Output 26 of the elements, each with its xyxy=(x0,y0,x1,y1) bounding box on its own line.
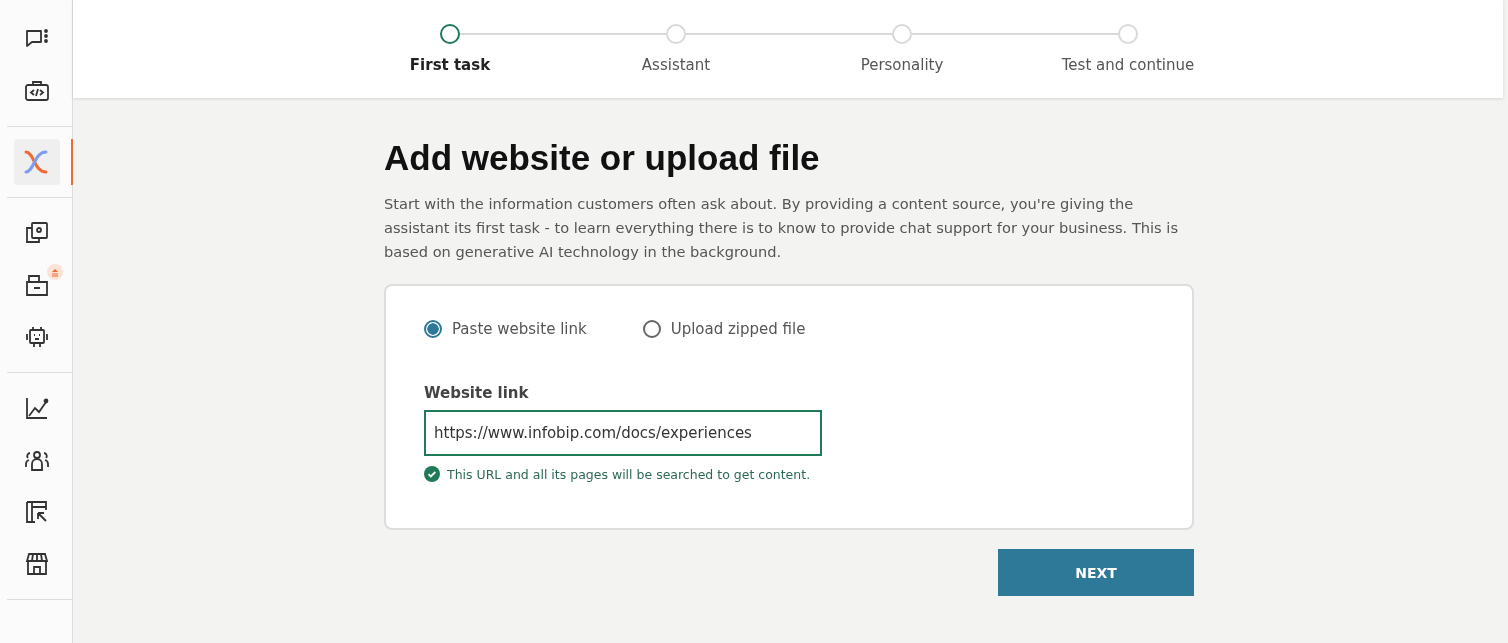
radio-button[interactable] xyxy=(642,320,661,338)
robot-icon xyxy=(24,324,50,350)
hint-text: This URL and all its pages will be searched to get content. xyxy=(447,466,811,482)
radio-label: Paste website link xyxy=(452,320,587,338)
page-heading: Add website or upload file xyxy=(384,138,821,178)
description: Start with the information customers often ask about. By providing a content source, you're giving the assistant its first task - to learn everything there is to know to provide chat support for your business. This is based on generative AI technology in the background. xyxy=(384,194,1179,262)
documents-icon xyxy=(24,220,50,246)
check-circle-icon xyxy=(424,466,440,482)
step-label: First task xyxy=(409,56,491,74)
line-chart-icon xyxy=(24,395,50,421)
radio-label: Upload zipped file xyxy=(670,320,806,338)
store-icon xyxy=(24,551,50,577)
step-label: Test and continue xyxy=(1061,56,1195,74)
layout-cursor-icon xyxy=(24,499,50,525)
step-label: Assistant xyxy=(641,56,711,74)
field-label: Website link xyxy=(424,384,530,402)
website-link-field[interactable]: https://www.infobip.com/docs/experiences xyxy=(424,410,822,456)
code-briefcase-icon xyxy=(24,78,50,104)
radio-button[interactable] xyxy=(424,320,442,338)
radio-option[interactable]: Upload zipped file xyxy=(642,320,806,338)
notification-badge-icon xyxy=(47,264,63,280)
inbox-icon xyxy=(24,272,50,298)
logo-button[interactable] xyxy=(14,139,60,185)
next-button[interactable]: NEXT xyxy=(998,549,1194,596)
radio-option[interactable]: Paste website link xyxy=(424,320,587,338)
step-label: Personality xyxy=(860,56,944,74)
